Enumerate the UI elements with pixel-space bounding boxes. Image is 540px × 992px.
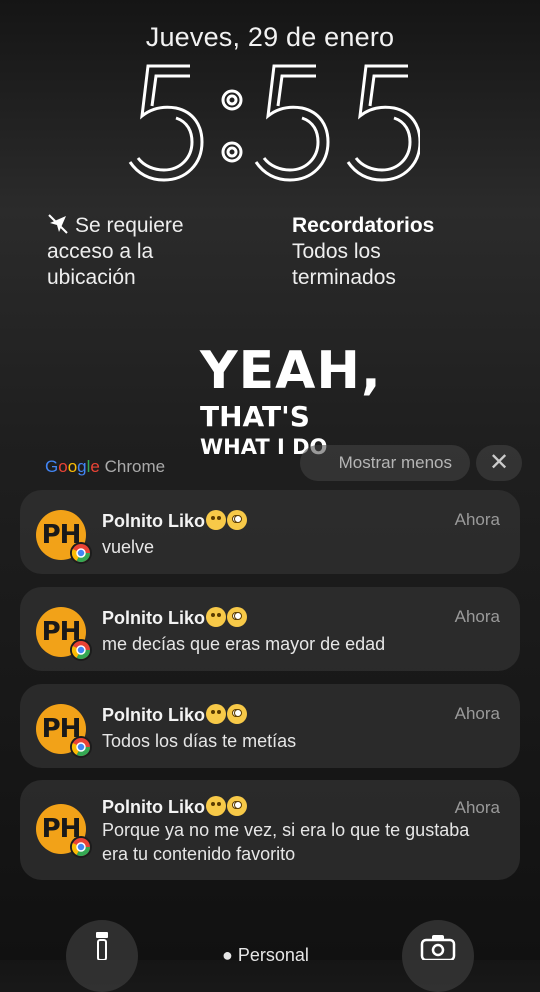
chrome-badge-icon bbox=[70, 639, 92, 661]
relieved-emoji-icon bbox=[206, 796, 226, 816]
pleading-emoji-icon bbox=[227, 510, 247, 530]
notification-card[interactable]: PH Polnito Liko Ahora Todos los días te … bbox=[20, 684, 520, 768]
location-text-3: ubicación bbox=[47, 266, 136, 289]
reminders-title: Recordatorios bbox=[292, 214, 435, 237]
notification-message: me decías que eras mayor de edad bbox=[102, 634, 386, 654]
pleading-emoji-icon bbox=[227, 796, 247, 816]
overlay-caption: YEAH, THAT'S WHAT I DO bbox=[200, 345, 382, 458]
sender-name: Polnito Liko bbox=[102, 510, 247, 532]
notification-card[interactable]: PH Polnito Liko Ahora Porque ya no me ve… bbox=[20, 780, 520, 880]
location-text-2: acceso a la bbox=[47, 240, 154, 263]
notification-message: vuelve bbox=[102, 537, 155, 557]
location-widget[interactable]: Se requiere acceso a la ubicación bbox=[47, 213, 247, 291]
location-off-icon bbox=[47, 213, 69, 235]
flashlight-button[interactable] bbox=[66, 920, 138, 992]
notification-card[interactable]: PH Polnito Liko Ahora me decías que eras… bbox=[20, 587, 520, 671]
relieved-emoji-icon bbox=[206, 704, 226, 724]
reminders-widget[interactable]: Recordatorios Todos los terminados bbox=[292, 213, 492, 291]
reminders-text-2: terminados bbox=[292, 266, 396, 289]
camera-button[interactable] bbox=[402, 920, 474, 992]
clock-display bbox=[128, 64, 420, 182]
notification-card[interactable]: PH Polnito Liko Ahora vuelve bbox=[20, 490, 520, 574]
flashlight-icon bbox=[96, 932, 108, 961]
overlay-line-1: YEAH, bbox=[200, 341, 382, 401]
reminders-text-1: Todos los bbox=[292, 240, 381, 263]
notification-message: Todos los días te metías bbox=[102, 731, 297, 751]
notification-time: Ahora bbox=[454, 798, 500, 817]
pleading-emoji-icon bbox=[227, 607, 247, 627]
notification-time: Ahora bbox=[454, 510, 500, 529]
location-text-1: Se requiere bbox=[75, 214, 184, 237]
focus-mode-label[interactable]: ● Personal bbox=[222, 945, 309, 966]
relieved-emoji-icon bbox=[206, 510, 226, 530]
notification-message: Porque ya no me vez, si era lo que te gu… bbox=[102, 820, 470, 864]
pleading-emoji-icon bbox=[227, 704, 247, 724]
date-label: Jueves, 29 de enero bbox=[145, 22, 395, 52]
show-less-button[interactable]: Mostrar menos bbox=[300, 445, 470, 481]
close-icon[interactable]: ✕ bbox=[476, 445, 522, 481]
notification-time: Ahora bbox=[454, 607, 500, 626]
overlay-line-2: THAT'S bbox=[200, 400, 310, 433]
relieved-emoji-icon bbox=[206, 607, 226, 627]
sender-name: Polnito Liko bbox=[102, 796, 247, 818]
chrome-badge-icon bbox=[70, 542, 92, 564]
app-name-label: Google Chrome bbox=[45, 457, 166, 476]
sender-name: Polnito Liko bbox=[102, 704, 247, 726]
sender-name: Polnito Liko bbox=[102, 607, 247, 629]
notification-time: Ahora bbox=[454, 704, 500, 723]
notification-group-header: Google Chrome Mostrar menos ✕ bbox=[0, 445, 540, 481]
chrome-badge-icon bbox=[70, 736, 92, 758]
chrome-badge-icon bbox=[70, 836, 92, 858]
camera-icon bbox=[420, 935, 456, 962]
